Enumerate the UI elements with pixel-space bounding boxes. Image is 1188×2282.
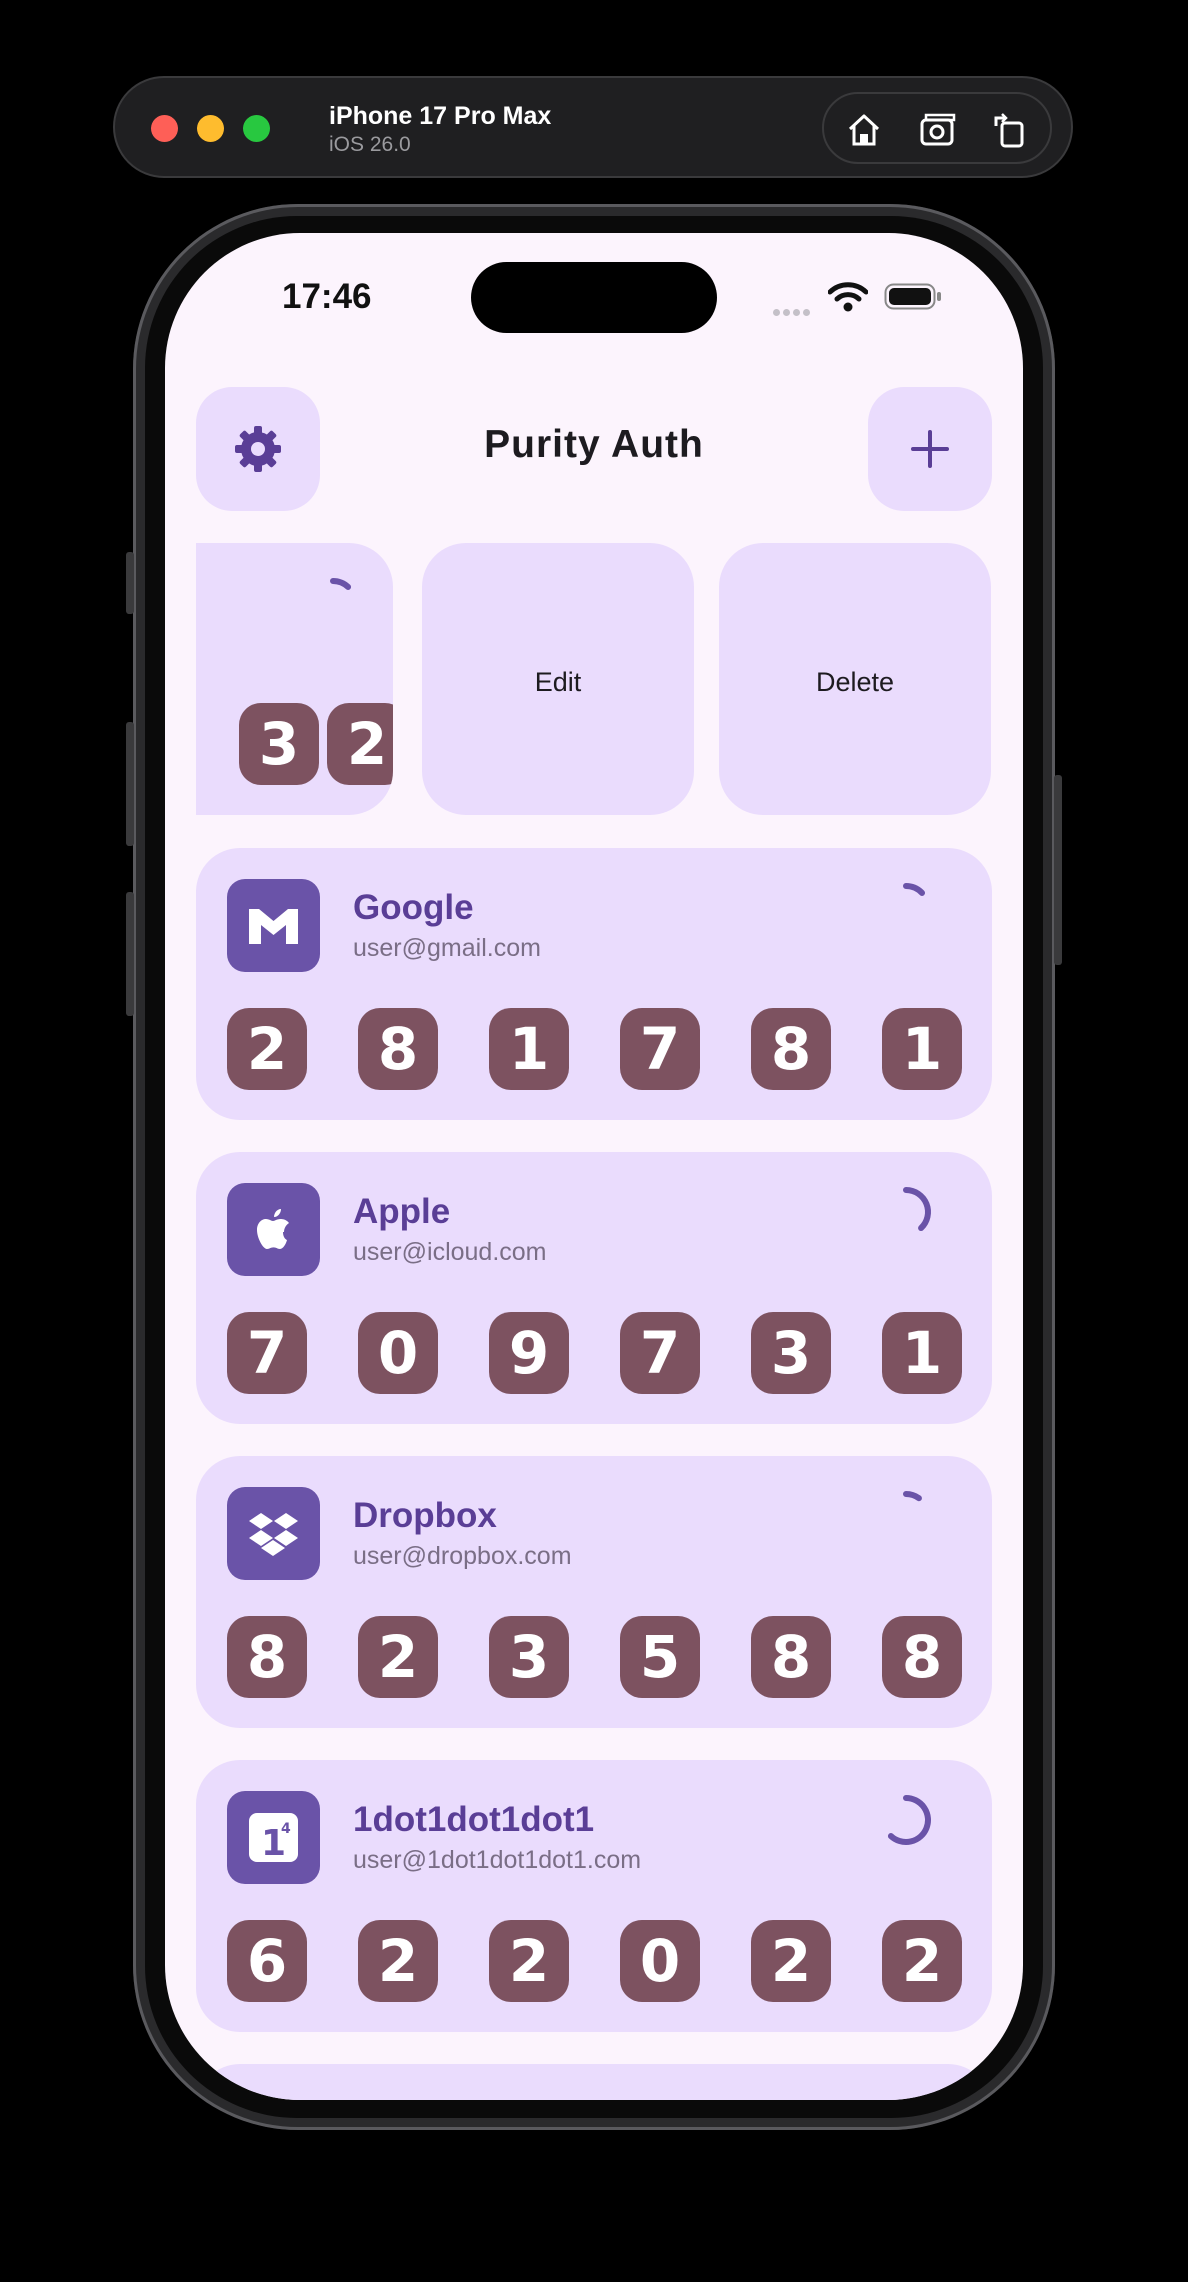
otp-digit: 2	[358, 1920, 438, 2002]
account-username: user@dropbox.com	[353, 1542, 572, 1570]
account-card[interactable]: Dropbox user@dropbox.com 8 2 3 5 8 8	[196, 1456, 992, 1728]
otp-code[interactable]: 823588	[227, 1616, 962, 1698]
otp-digit: 6	[227, 1920, 307, 2002]
edit-button[interactable]: Edit	[422, 543, 694, 815]
timer-ring	[887, 1795, 931, 1845]
otp-code[interactable]: 622022	[227, 1920, 962, 2002]
swipe-actions-row: 3 2 Edit Delete	[196, 233, 992, 833]
rotate-icon[interactable]	[990, 110, 1030, 150]
timer-ring	[330, 578, 352, 590]
otp-digit: 0	[620, 1920, 700, 2002]
otp-digit: 9	[489, 1312, 569, 1394]
timer-ring	[903, 883, 926, 896]
otp-digit: 8	[227, 1616, 307, 1698]
minimize-window-button[interactable]	[197, 115, 224, 142]
otp-digit: 2	[327, 703, 393, 785]
account-name: Dropbox	[353, 1496, 497, 1535]
apple-icon	[227, 1183, 320, 1276]
otp-digit: 2	[751, 1920, 831, 2002]
timer-ring	[903, 1491, 922, 1502]
account-username: user@icloud.com	[353, 1238, 547, 1266]
close-window-button[interactable]	[151, 115, 178, 142]
account-card[interactable]: Google user@gmail.com 2 8 1 7 8 1	[196, 848, 992, 1120]
account-name: 1dot1dot1dot1	[353, 1800, 595, 1839]
otp-digit: 5	[620, 1616, 700, 1698]
swiped-account-card[interactable]: 3 2	[196, 543, 393, 815]
otp-digit: 8	[358, 1008, 438, 1090]
otp-digit: 8	[882, 1616, 962, 1698]
account-username: user@gmail.com	[353, 934, 541, 962]
otp-digit: 7	[227, 1312, 307, 1394]
account-card[interactable]	[196, 2064, 992, 2100]
gmail-icon	[227, 879, 320, 972]
account-card[interactable]: 1 4 1dot1dot1dot1 user@1dot1dot1dot1.com 6 2 2…	[196, 1760, 992, 2032]
dropbox-icon	[227, 1487, 320, 1580]
edit-label: Edit	[534, 667, 582, 697]
otp-digit: 8	[751, 1616, 831, 1698]
cloudflare-1111-icon: 14	[227, 1791, 320, 1884]
otp-digit: 2	[882, 1920, 962, 2002]
account-card[interactable]: Apple user@icloud.com 7 0 9 7 3 1	[196, 1152, 992, 1424]
otp-digit: 1	[882, 1008, 962, 1090]
account-name: Google	[353, 888, 474, 927]
zoom-window-button[interactable]	[243, 115, 270, 142]
power-button	[1054, 775, 1062, 965]
otp-digit: 1	[882, 1312, 962, 1394]
otp-digit: 7	[620, 1312, 700, 1394]
otp-digit: 2	[227, 1008, 307, 1090]
otp-digit: 7	[620, 1008, 700, 1090]
account-name: Apple	[353, 1192, 451, 1231]
timer-ring	[903, 1187, 931, 1232]
action-button	[126, 552, 134, 614]
simulator-tools	[822, 92, 1052, 164]
otp-digit: 1	[489, 1008, 569, 1090]
account-username: user@1dot1dot1dot1.com	[353, 1846, 642, 1874]
svg-text:4: 4	[281, 1821, 291, 1837]
otp-code[interactable]: 709731	[227, 1312, 962, 1394]
otp-digit: 3	[239, 703, 319, 785]
otp-digit: 2	[489, 1920, 569, 2002]
delete-label: Delete	[815, 667, 895, 697]
delete-button[interactable]: Delete	[719, 543, 991, 815]
phone-screen: 17:46 Purity Auth 3 2 Edit Delete Google…	[165, 233, 1023, 2100]
otp-digit: 0	[358, 1312, 438, 1394]
otp-digit: 2	[358, 1616, 438, 1698]
otp-digit: 3	[751, 1312, 831, 1394]
screenshot-icon[interactable]	[918, 110, 958, 150]
volume-down-button	[126, 892, 134, 1016]
otp-code[interactable]: 281781	[227, 1008, 962, 1090]
home-icon[interactable]	[844, 110, 884, 150]
volume-up-button	[126, 722, 134, 846]
os-version: iOS 26.0	[329, 133, 411, 156]
otp-digit: 8	[751, 1008, 831, 1090]
simulator-toolbar: iPhone 17 Pro Max iOS 26.0	[113, 76, 1073, 178]
device-name: iPhone 17 Pro Max	[329, 102, 552, 130]
otp-digit: 3	[489, 1616, 569, 1698]
